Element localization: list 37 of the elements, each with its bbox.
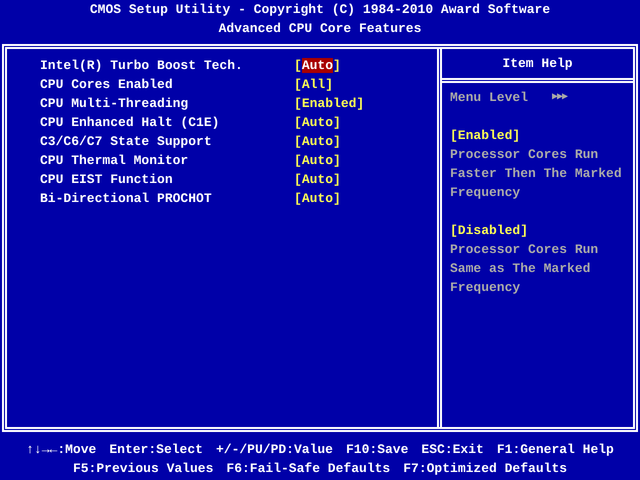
help-text: Processor Cores Run (450, 241, 598, 259)
setting-label: CPU Enhanced Halt (C1E) (40, 114, 220, 132)
help-option: [Disabled] (450, 221, 528, 240)
setting-label: C3/C6/C7 State Support (40, 133, 213, 151)
setting-value[interactable]: [Auto] (294, 170, 341, 189)
setting-value[interactable]: [Auto] (294, 132, 341, 151)
key-hint: Enter:Select (109, 441, 203, 459)
page-title: Advanced CPU Core Features (218, 20, 422, 38)
key-hint: ESC:Exit (421, 441, 484, 459)
help-title: Item Help (502, 55, 573, 73)
key-hint: +/-/PU/PD:Value (216, 441, 333, 459)
setting-value[interactable]: [Auto] (294, 113, 341, 132)
key-hint: F5:Previous Values (72, 460, 214, 478)
setting-value[interactable]: [Auto] (294, 189, 341, 208)
setting-label: CPU Cores Enabled (40, 76, 174, 94)
setting-label: Intel(R) Turbo Boost Tech. (40, 57, 244, 75)
setting-value[interactable]: [Auto] (294, 151, 341, 170)
key-hint: F10:Save (346, 441, 408, 459)
menu-level-marker: ▶▶▶ (552, 91, 568, 105)
key-hint: ↑↓→←:Move (26, 441, 96, 459)
key-hint: F6:Fail-Safe Defaults (226, 460, 390, 478)
help-text: Faster Then The Marked (450, 165, 622, 183)
help-option: [Enabled] (450, 126, 520, 145)
key-hint: F1:General Help (496, 441, 614, 459)
setting-label: CPU EIST Function (40, 171, 174, 189)
help-text: Frequency (450, 279, 520, 297)
help-text: Same as The Marked (450, 260, 590, 278)
setting-label: Bi-Directional PROCHOT (40, 190, 213, 208)
setting-value[interactable]: [All] (294, 75, 334, 94)
setting-label: CPU Multi-Threading (40, 95, 190, 113)
menu-level-label: Menu Level (450, 89, 530, 107)
key-hint: F7:Optimized Defaults (403, 460, 568, 478)
setting-value[interactable]: [Enabled] (294, 94, 364, 113)
setting-label: CPU Thermal Monitor (40, 152, 190, 170)
help-text: Processor Cores Run (450, 146, 598, 164)
help-text: Frequency (450, 184, 520, 202)
screen-title: CMOS Setup Utility - Copyright (C) 1984-2010 Award Software (90, 1, 550, 19)
